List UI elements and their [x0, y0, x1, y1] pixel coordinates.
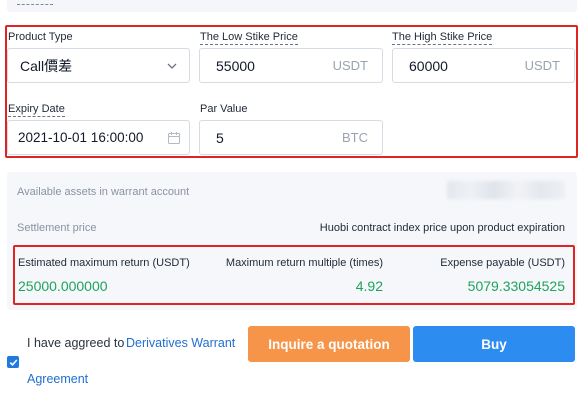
agreement-link-line1[interactable]: Derivatives Warrant [126, 336, 235, 350]
checkmark-icon [9, 358, 17, 366]
available-assets-value-redacted [447, 181, 565, 199]
settlement-price-label: Settlement price [17, 222, 97, 234]
settlement-price-value: Huobi contract index price upon product … [319, 222, 565, 234]
buy-button[interactable]: Buy [413, 326, 575, 362]
agreement-checkbox[interactable] [7, 356, 19, 368]
agreement-link-line2[interactable]: Agreement [27, 372, 88, 386]
agreement-text: I have aggreed to [27, 336, 125, 350]
available-assets-label: Available assets in warrant account [17, 186, 190, 198]
inquire-quotation-button[interactable]: Inquire a quotation [248, 326, 410, 362]
dashed-underline [17, 4, 53, 5]
form-highlight-box [5, 25, 578, 158]
previous-section-strip [7, 0, 577, 12]
returns-highlight-box [13, 245, 575, 305]
